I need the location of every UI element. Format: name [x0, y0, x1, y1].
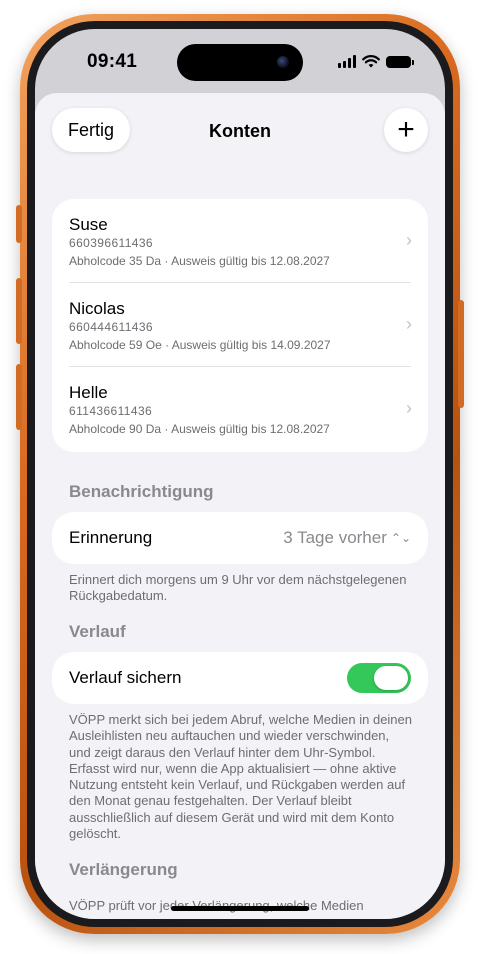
section-header-notification: Benachrichtigung [69, 482, 214, 501]
account-name: Suse [69, 215, 108, 234]
chevron-up-down-icon: ⌃⌄ [390, 531, 411, 545]
reminder-footnote: Erinnert dich morgens um 9 Uhr vor dem n… [69, 572, 407, 604]
status-time: 09:41 [87, 51, 138, 72]
reminder-picker[interactable]: 3 Tage vorher ⌃⌄ [283, 528, 411, 548]
chevron-right-icon: › [406, 398, 412, 418]
history-toggle-label: Verlauf sichern [69, 668, 182, 687]
account-number: 660396611436 [69, 236, 153, 250]
section-header-renewal: Verlängerung [69, 860, 178, 879]
account-row-nicolas[interactable]: Nicolas 660444611436 Abholcode 59 Oe · A… [52, 283, 428, 367]
screen: 09:41 Fertig Konten + Suse 660396611436 … [35, 29, 445, 919]
home-indicator [171, 906, 309, 911]
account-number: 611436611436 [69, 404, 153, 418]
history-row: Verlauf sichern [52, 652, 428, 704]
status-bar: 09:41 [35, 29, 445, 93]
toggle-knob [374, 666, 408, 690]
camera-icon [277, 56, 289, 68]
accounts-sheet: Fertig Konten + Suse 660396611436 Abholc… [35, 93, 445, 919]
account-detail: Abholcode 59 Oe · Ausweis gültig bis 14.… [69, 338, 331, 352]
account-number: 660444611436 [69, 320, 153, 334]
account-name: Helle [69, 383, 108, 402]
dynamic-island [177, 44, 303, 81]
power-button [458, 300, 464, 408]
accounts-list: Suse 660396611436 Abholcode 35 Da · Ausw… [52, 199, 428, 452]
chevron-right-icon: › [406, 314, 412, 334]
account-detail: Abholcode 35 Da · Ausweis gültig bis 12.… [69, 254, 330, 268]
status-icons [338, 55, 414, 68]
cellular-signal-icon [338, 55, 356, 68]
wifi-icon [362, 55, 380, 68]
plus-icon: + [397, 113, 415, 146]
section-header-history: Verlauf [69, 622, 126, 641]
account-row-helle[interactable]: Helle 611436611436 Abholcode 90 Da · Aus… [52, 367, 428, 451]
action-button [16, 205, 22, 243]
reminder-row[interactable]: Erinnerung 3 Tage vorher ⌃⌄ [52, 512, 428, 564]
battery-icon [386, 55, 414, 68]
account-name: Nicolas [69, 299, 125, 318]
history-footnote: VÖPP merkt sich bei jedem Abruf, welche … [69, 712, 412, 842]
nav-bar: Fertig Konten + [35, 93, 445, 169]
volume-down-button [16, 364, 22, 430]
account-detail: Abholcode 90 Da · Ausweis gültig bis 12.… [69, 422, 330, 436]
history-toggle[interactable] [347, 663, 411, 693]
volume-up-button [16, 278, 22, 344]
add-account-button[interactable]: + [384, 108, 428, 152]
reminder-value: 3 Tage vorher [283, 528, 387, 547]
reminder-label: Erinnerung [69, 528, 153, 547]
chevron-right-icon: › [406, 230, 412, 250]
account-row-suse[interactable]: Suse 660396611436 Abholcode 35 Da · Ausw… [52, 199, 428, 283]
